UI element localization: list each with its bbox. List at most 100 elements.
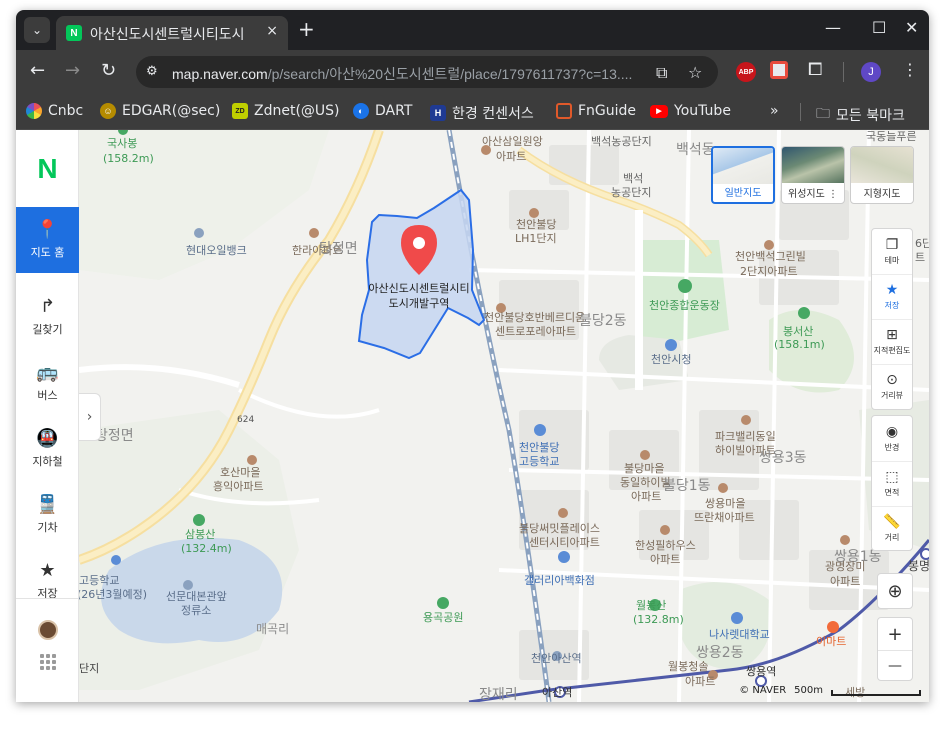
panel-expand-button[interactable]: › <box>79 393 101 441</box>
tool-theme[interactable]: ❐ 테마 <box>872 229 912 274</box>
svg-text:쌍용마을: 쌍용마을 <box>705 497 745 510</box>
bookmark-star-icon[interactable]: ☆ <box>688 63 702 82</box>
maximize-button[interactable]: ☐ <box>872 20 886 36</box>
zoom-in-button[interactable]: + <box>878 618 912 650</box>
svg-text:단지: 단지 <box>79 662 99 675</box>
bookmark-edgar[interactable]: ☺ EDGAR(@sec) <box>100 103 220 119</box>
tab-close-icon[interactable]: × <box>266 23 278 39</box>
bookmark-hankyung[interactable]: H 한경 컨센서스 <box>430 103 534 123</box>
satellite-map-thumbnail <box>782 147 844 183</box>
cadastral-icon: ⊞ <box>886 327 898 343</box>
svg-text:장재리: 장재리 <box>479 687 518 702</box>
svg-text:천안불당: 천안불당 <box>516 217 556 231</box>
sidebar-item-bus[interactable]: 🚌 버스 <box>16 350 79 416</box>
bus-icon: 🚌 <box>36 361 59 383</box>
radius-icon: ◉ <box>885 423 899 440</box>
svg-text:백석: 백석 <box>623 172 643 185</box>
bookmark-fnguide[interactable]: FnGuide <box>556 103 636 119</box>
maptype-satellite[interactable]: 위성지도 ⋮ <box>781 146 845 204</box>
zdnet-icon: ZD <box>232 103 248 119</box>
bookmarks-divider <box>800 103 801 121</box>
svg-text:백석농공단지: 백석농공단지 <box>591 135 652 148</box>
sidebar-item-saved[interactable]: ★ 저장 <box>16 548 79 614</box>
svg-text:한성필하우스: 한성필하우스 <box>635 538 696 552</box>
svg-text:불당2동: 불당2동 <box>579 313 627 329</box>
maptype-normal[interactable]: 일반지도 <box>711 146 775 204</box>
bookmark-dart[interactable]: ◐ DART <box>353 103 412 119</box>
user-avatar[interactable] <box>38 620 58 640</box>
svg-text:이마트: 이마트 <box>816 635 846 648</box>
svg-text:2단지아파트: 2단지아파트 <box>740 265 798 278</box>
maptype-terrain[interactable]: 지형지도 <box>850 146 914 204</box>
svg-text:뜨란채아파트: 뜨란채아파트 <box>694 511 755 524</box>
terrain-map-thumbnail <box>851 147 913 183</box>
svg-text:아파트: 아파트 <box>496 150 526 163</box>
bookmark-zdnet[interactable]: ZD Zdnet(@US) <box>232 103 340 119</box>
sidebar-item-directions[interactable]: ↱ 길찾기 <box>16 284 79 350</box>
svg-text:탕정면: 탕정면 <box>319 241 358 257</box>
url-text[interactable]: map.naver.com/p/search/아산%20신도시센트럴/place… <box>172 64 642 84</box>
close-window-button[interactable]: ✕ <box>905 20 918 36</box>
bookmarks-overflow-button[interactable]: » <box>770 103 779 119</box>
naver-logo[interactable]: N <box>16 130 79 207</box>
minimize-button[interactable]: — <box>825 20 841 36</box>
svg-text:(158.2m): (158.2m) <box>103 152 154 165</box>
sidebar-item-subway[interactable]: 🚇 지하철 <box>16 416 79 482</box>
svg-text:월봉청솔: 월봉청솔 <box>668 660 708 673</box>
map-tool-group-1: ❐ 테마 ★ 저장 ⊞ 지적편집도 ⊙ 거리뷰 <box>871 228 913 410</box>
apps-grid-icon[interactable] <box>40 654 56 670</box>
tool-street-view[interactable]: ⊙ 거리뷰 <box>872 364 912 409</box>
tool-distance[interactable]: 📏 거리 <box>872 506 912 551</box>
svg-text:아산삼일원앙: 아산삼일원앙 <box>482 134 543 148</box>
tab-search-button[interactable]: ⌄ <box>24 17 50 43</box>
svg-text:천안아산역: 천안아산역 <box>531 651 582 665</box>
fnguide-icon <box>556 103 572 119</box>
ruler-icon: 📏 <box>883 514 901 530</box>
svg-text:용곡공원: 용곡공원 <box>423 611 463 624</box>
svg-text:쌍용2동: 쌍용2동 <box>696 645 744 661</box>
back-arrow-icon[interactable]: ← <box>30 61 45 81</box>
extensions-puzzle-icon[interactable]: ⧠ <box>808 59 822 80</box>
extension-tab-icon[interactable] <box>770 61 788 79</box>
zoom-out-button[interactable]: — <box>878 650 912 681</box>
reload-icon[interactable]: ↻ <box>101 61 116 81</box>
bookmark-youtube[interactable]: ▶ YouTube <box>650 103 731 119</box>
profile-avatar[interactable]: J <box>861 62 881 82</box>
tool-area[interactable]: ⬚ 면적 <box>872 461 912 506</box>
forward-arrow-icon[interactable]: → <box>65 61 80 81</box>
adblock-plus-icon[interactable]: ABP <box>736 62 756 82</box>
svg-text:봉서산: 봉서산 <box>783 325 813 338</box>
map-canvas[interactable]: 아산신도시센트럴시티 도시개발구역 국사봉 (158.2m) 아산삼일원앙 아파… <box>79 130 929 702</box>
address-bar[interactable]: ⚙ map.naver.com/p/search/아산%20신도시센트럴/pla… <box>136 56 718 88</box>
menu-kebab-icon[interactable]: ⋮ <box>902 60 918 79</box>
svg-text:호산마을: 호산마을 <box>220 466 260 479</box>
svg-text:(132.4m): (132.4m) <box>181 542 232 555</box>
sidebar-item-train[interactable]: 🚆 기차 <box>16 482 79 548</box>
svg-text:아산역: 아산역 <box>542 686 572 699</box>
sidebar-item-map-home[interactable]: 📍 지도 홈 <box>16 207 79 273</box>
active-tab[interactable]: N 아산신도시센트럴시티도시 × <box>56 16 288 50</box>
svg-text:(132.8m): (132.8m) <box>633 613 684 626</box>
site-settings-icon[interactable]: ⚙ <box>146 64 158 79</box>
svg-text:센트로포레아파트: 센트로포레아파트 <box>495 325 576 338</box>
toolbar-divider <box>843 62 844 82</box>
naver-map-favicon-icon: N <box>66 25 82 41</box>
svg-text:봉명: 봉명 <box>908 559 929 573</box>
svg-text:천안불당: 천안불당 <box>519 440 559 454</box>
new-tab-button[interactable]: + <box>298 19 315 39</box>
street-view-icon: ⊙ <box>886 372 898 388</box>
page-content: N 📍 지도 홈 ↱ 길찾기 🚌 버스 🚇 지하철 🚆 기차 ★ 저장 › 아산… <box>16 130 929 702</box>
tool-cadastral[interactable]: ⊞ 지적편집도 <box>872 319 912 364</box>
svg-text:아파트: 아파트 <box>631 490 661 503</box>
bookmark-cnbc[interactable]: Cnbc <box>26 103 83 119</box>
hankyung-icon: H <box>430 105 446 121</box>
install-app-icon[interactable]: ⧉ <box>656 63 667 83</box>
tool-radius[interactable]: ◉ 반경 <box>872 416 912 461</box>
svg-text:(158.1m): (158.1m) <box>774 338 825 351</box>
my-location-button[interactable]: ⊕ <box>877 573 913 609</box>
star-icon: ★ <box>885 282 899 298</box>
all-bookmarks-folder[interactable]: 🗀 모든 북마크 <box>816 103 905 127</box>
tool-saved[interactable]: ★ 저장 <box>872 274 912 319</box>
svg-text:나사렛대학교: 나사렛대학교 <box>709 628 770 641</box>
svg-text:고등학교: 고등학교 <box>79 574 119 587</box>
